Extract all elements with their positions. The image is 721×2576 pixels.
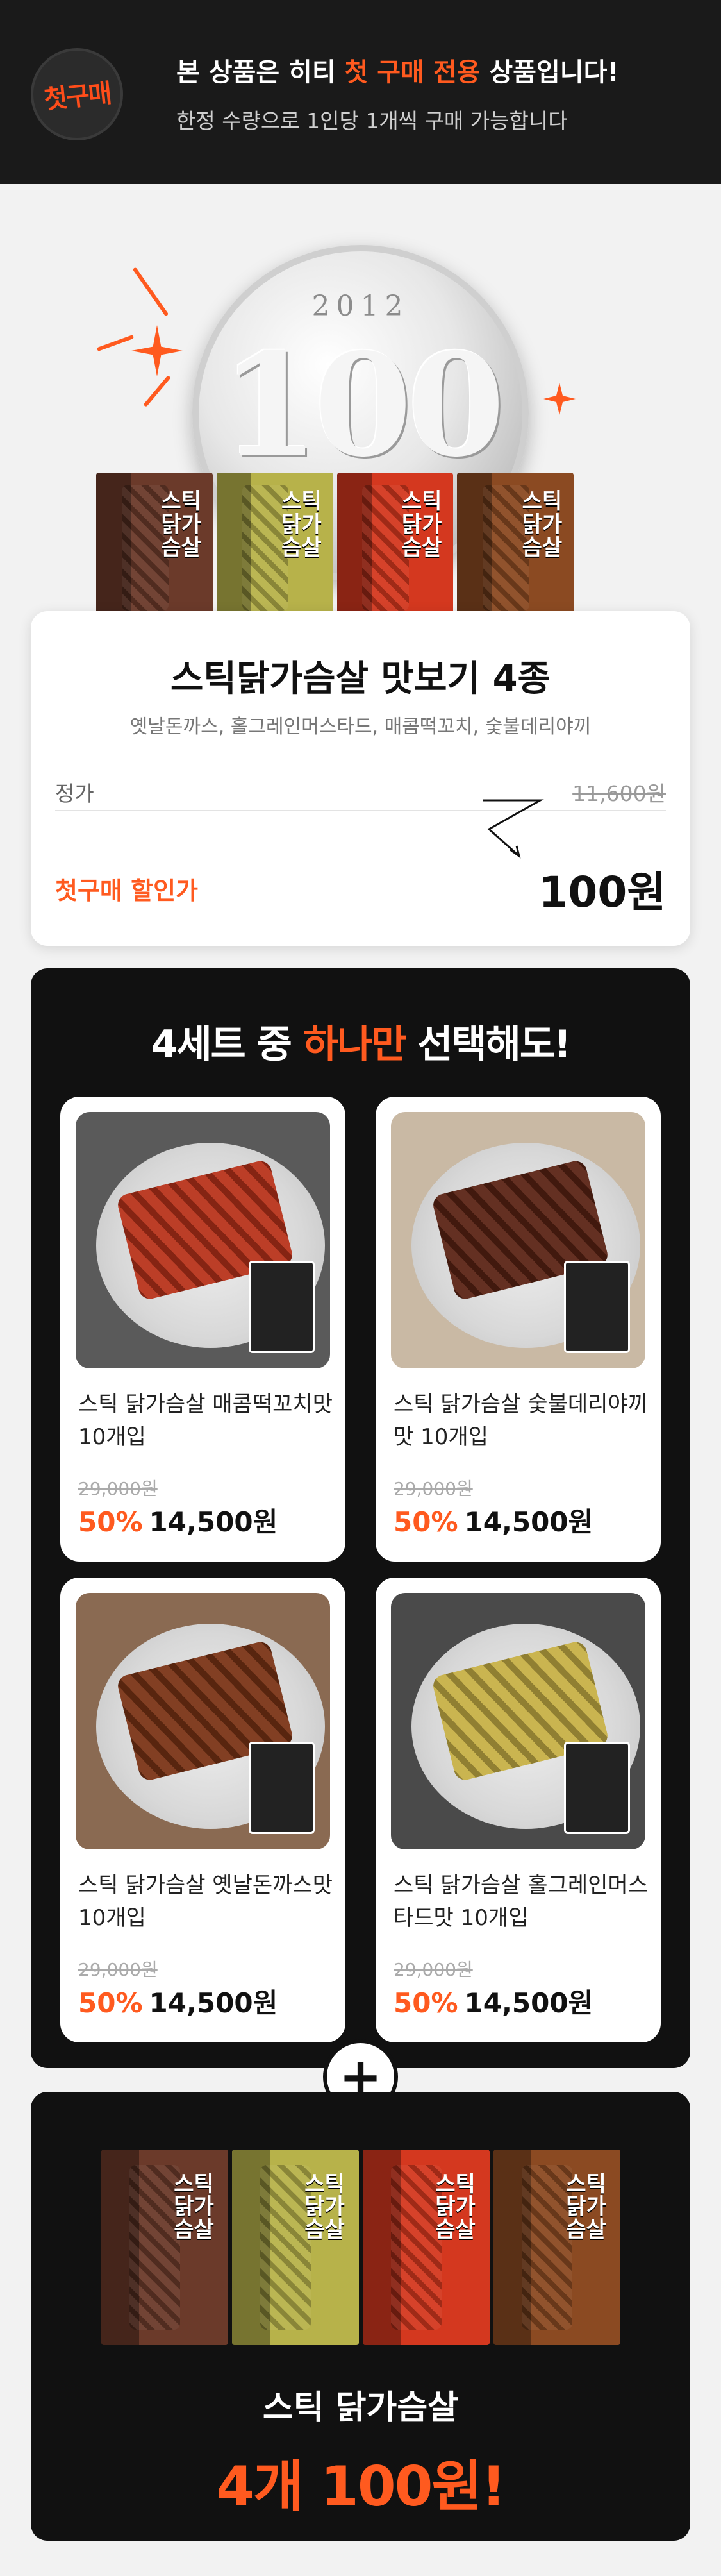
sale-price-row: 50% 14,500원 (78, 1982, 278, 2021)
sale-price-row: 50% 14,500원 (394, 1982, 593, 2021)
product-title: 스틱닭가슴살 맛보기 4종 (170, 658, 551, 700)
product-pack-label: 스틱닭가슴살 (304, 2171, 345, 2243)
product-packs: 스틱닭가슴살 스틱닭가슴살 스틱닭가슴살 스틱닭가슴살 (96, 473, 574, 623)
discount-percent: 50% (394, 1506, 458, 1538)
product-pack: 스틱닭가슴살 (493, 2150, 620, 2345)
sparkle-icon (131, 325, 183, 376)
banner-title-post: 상품입니다! (480, 58, 619, 87)
bundle-price: 4개 100원! (216, 2455, 506, 2519)
sets-title-highlight: 하나만 (302, 1022, 407, 1067)
sets-title-pre: 4세트 중 (151, 1022, 303, 1067)
product-name: 스틱 닭가슴살 홀그레인머스타드맛 10개입 (394, 1873, 648, 1931)
sale-price-row: 50% 14,500원 (394, 1501, 593, 1540)
product-pack: 스틱닭가슴살 (457, 473, 574, 623)
banner-subtitle: 한정 수량으로 1인당 1개씩 구매 가능합니다 (176, 108, 568, 133)
original-price: 29,000원 (394, 1478, 473, 1499)
sale-price-row: 50% 14,500원 (78, 1501, 278, 1540)
first-purchase-banner: 첫구매 본 상품은 히티 첫 구매 전용 상품입니다! 한정 수량으로 1인당 … (0, 0, 721, 184)
banner-title-highlight: 첫 구매 전용 (344, 58, 481, 87)
regular-price-label: 정가 (55, 781, 94, 806)
product-name: 스틱 닭가슴살 숯불데리야끼맛 10개입 (394, 1392, 648, 1450)
discount-price-label: 첫구매 할인가 (55, 877, 198, 905)
product-image (76, 1593, 330, 1849)
set-selection-section: 4세트 중 하나만 선택해도! 스틱 닭가슴살 매콤떡꼬치맛 10개입 29,0… (31, 968, 690, 2068)
discount-percent: 50% (394, 1987, 458, 2019)
banner-title-pre: 본 상품은 히티 (176, 58, 345, 87)
product-flavors: 옛날돈까스, 홀그레인머스타드, 매콤떡꼬치, 숯불데리야끼 (129, 716, 592, 738)
sparkle-icon (543, 383, 576, 415)
discount-percent: 50% (78, 1506, 143, 1538)
price-card: 스틱닭가슴살 맛보기 4종 옛날돈까스, 홀그레인머스타드, 매콤떡꼬치, 숯불… (31, 611, 690, 946)
sale-price: 14,500원 (149, 1987, 278, 2019)
product-pack-label: 스틱닭가슴살 (435, 2171, 476, 2243)
discount-percent: 50% (78, 1987, 143, 2019)
sparkle-line-icon (96, 334, 135, 352)
sale-price: 14,500원 (464, 1506, 593, 1538)
sale-price: 14,500원 (149, 1506, 278, 1538)
discount-price-row: 첫구매 할인가 100원 (55, 858, 666, 917)
product-name: 스틱 닭가슴살 옛날돈까스맛 10개입 (78, 1873, 333, 1931)
bundle-name: 스틱 닭가슴살 (262, 2389, 459, 2427)
coin-value: 100 (220, 322, 505, 488)
product-pack-label: 스틱닭가슴살 (522, 489, 563, 560)
sale-price: 14,500원 (464, 1987, 593, 2019)
discount-price-value: 100원 (538, 868, 667, 917)
product-pack: 스틱닭가슴살 (336, 473, 454, 623)
product-card-spicy-tteokkochi[interactable]: 스틱 닭가슴살 매콤떡꼬치맛 10개입 29,000원 50% 14,500원 (60, 1097, 345, 1562)
down-arrow-icon (483, 799, 544, 859)
product-pack: 스틱닭가슴살 (96, 473, 213, 623)
sets-title: 4세트 중 하나만 선택해도! (31, 1013, 690, 1069)
product-pack-label: 스틱닭가슴살 (161, 489, 201, 560)
coin-year: 2012 (311, 290, 410, 323)
product-name: 스틱 닭가슴살 매콤떡꼬치맛 10개입 (78, 1392, 333, 1450)
product-pack: 스틱닭가슴살 (216, 473, 333, 623)
product-image (391, 1593, 645, 1849)
product-card-charcoal-teriyaki[interactable]: 스틱 닭가슴살 숯불데리야끼맛 10개입 29,000원 50% 14,500원 (376, 1097, 661, 1562)
product-pack: 스틱닭가슴살 (232, 2150, 359, 2345)
original-price: 29,000원 (394, 1959, 473, 1980)
sparkle-line-icon (132, 267, 169, 317)
product-pack: 스틱닭가슴살 (363, 2150, 490, 2345)
product-image (391, 1112, 645, 1368)
sets-title-post: 선택해도! (405, 1022, 571, 1067)
product-pack-label: 스틱닭가슴살 (174, 2171, 214, 2243)
original-price: 29,000원 (78, 1959, 158, 1980)
banner-title: 본 상품은 히티 첫 구매 전용 상품입니다! (176, 51, 619, 88)
bundle-offer: 스틱닭가슴살 스틱닭가슴살 스틱닭가슴살 스틱닭가슴살 스틱 닭가슴살 4개 1… (31, 2092, 690, 2541)
regular-price-row: 정가 11,600원 (55, 773, 666, 811)
product-pack-label: 스틱닭가슴살 (281, 489, 322, 560)
regular-price-value: 11,600원 (572, 781, 666, 806)
badge-text: 첫구매 (42, 78, 112, 115)
product-card-wholegrain-mustard[interactable]: 스틱 닭가슴살 홀그레인머스타드맛 10개입 29,000원 50% 14,500… (376, 1578, 661, 2042)
product-image (76, 1112, 330, 1368)
hero-visual: 2012 100 스틱닭가슴살 스틱닭가슴살 스틱닭가슴살 스틱닭가슴살 (0, 184, 721, 623)
product-pack: 스틱닭가슴살 (101, 2150, 228, 2345)
bundle-product-packs: 스틱닭가슴살 스틱닭가슴살 스틱닭가슴살 스틱닭가슴살 (101, 2150, 620, 2345)
original-price: 29,000원 (78, 1478, 158, 1499)
first-purchase-badge: 첫구매 (31, 48, 123, 140)
product-pack-label: 스틱닭가슴살 (401, 489, 442, 560)
product-card-old-donkatsu[interactable]: 스틱 닭가슴살 옛날돈까스맛 10개입 29,000원 50% 14,500원 (60, 1578, 345, 2042)
sparkle-line-icon (143, 375, 171, 407)
product-pack-label: 스틱닭가슴살 (566, 2171, 606, 2243)
